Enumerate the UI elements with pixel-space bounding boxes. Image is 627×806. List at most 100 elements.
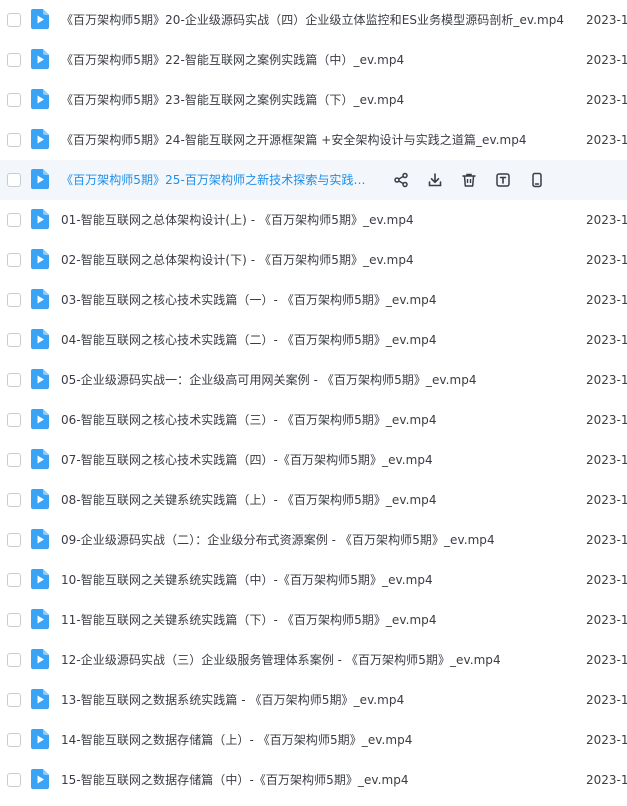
file-name[interactable]: 14-智能互联网之数据存储篇（上）- 《百万架构师5期》_ev.mp4 — [61, 731, 412, 749]
file-date: 2023-1 — [586, 693, 627, 707]
row-checkbox[interactable] — [7, 93, 21, 107]
file-name[interactable]: 07-智能互联网之核心技术实践篇（四）-《百万架构师5期》_ev.mp4 — [61, 451, 433, 469]
file-date: 2023-1 — [586, 293, 627, 307]
video-file-icon — [31, 489, 49, 509]
row-actions — [392, 171, 562, 189]
file-date: 2023-1 — [586, 533, 627, 547]
video-file-icon — [31, 289, 49, 309]
file-row[interactable]: 08-智能互联网之关键系统实践篇（上）- 《百万架构师5期》_ev.mp4 202… — [0, 480, 627, 520]
row-checkbox[interactable] — [7, 733, 21, 747]
row-checkbox[interactable] — [7, 213, 21, 227]
file-date: 2023-1 — [586, 253, 627, 267]
file-row[interactable]: 《百万架构师5期》25-百万架构师之新技术探索与实践篇... — [0, 160, 627, 200]
video-file-icon — [31, 129, 49, 149]
row-checkbox[interactable] — [7, 373, 21, 387]
file-name[interactable]: 03-智能互联网之核心技术实践篇（一）- 《百万架构师5期》_ev.mp4 — [61, 291, 437, 309]
video-file-icon — [31, 569, 49, 589]
row-checkbox[interactable] — [7, 573, 21, 587]
video-file-icon — [31, 209, 49, 229]
video-file-icon — [31, 169, 49, 189]
row-checkbox[interactable] — [7, 173, 21, 187]
download-icon[interactable] — [426, 171, 444, 189]
video-file-icon — [31, 609, 49, 629]
file-row[interactable]: 06-智能互联网之核心技术实践篇（三）- 《百万架构师5期》_ev.mp4 202… — [0, 400, 627, 440]
file-date: 2023-1 — [586, 573, 627, 587]
file-name[interactable]: 《百万架构师5期》23-智能互联网之案例实践篇（下）_ev.mp4 — [61, 91, 404, 109]
video-file-icon — [31, 89, 49, 109]
row-checkbox[interactable] — [7, 773, 21, 787]
file-row[interactable]: 《百万架构师5期》20-企业级源码实战（四）企业级立体监控和ES业务模型源码剖析… — [0, 0, 627, 40]
row-checkbox[interactable] — [7, 413, 21, 427]
file-row[interactable]: 01-智能互联网之总体架构设计(上) - 《百万架构师5期》_ev.mp4 202… — [0, 200, 627, 240]
row-checkbox[interactable] — [7, 653, 21, 667]
file-row[interactable]: 02-智能互联网之总体架构设计(下) - 《百万架构师5期》_ev.mp4 202… — [0, 240, 627, 280]
row-checkbox[interactable] — [7, 293, 21, 307]
file-name[interactable]: 13-智能互联网之数据系统实践篇 - 《百万架构师5期》_ev.mp4 — [61, 691, 404, 709]
file-date: 2023-1 — [586, 133, 627, 147]
row-checkbox[interactable] — [7, 253, 21, 267]
file-date: 2023-1 — [586, 13, 627, 27]
file-row[interactable]: 12-企业级源码实战（三）企业级服务管理体系案例 - 《百万架构师5期》_ev.… — [0, 640, 627, 680]
video-file-icon — [31, 649, 49, 669]
row-checkbox[interactable] — [7, 53, 21, 67]
video-file-icon — [31, 769, 49, 789]
row-checkbox[interactable] — [7, 613, 21, 627]
file-name[interactable]: 《百万架构师5期》22-智能互联网之案例实践篇（中）_ev.mp4 — [61, 51, 404, 69]
row-checkbox[interactable] — [7, 13, 21, 27]
file-name[interactable]: 06-智能互联网之核心技术实践篇（三）- 《百万架构师5期》_ev.mp4 — [61, 411, 437, 429]
file-date: 2023-1 — [586, 333, 627, 347]
file-row[interactable]: 《百万架构师5期》23-智能互联网之案例实践篇（下）_ev.mp4 2023-1 — [0, 80, 627, 120]
video-file-icon — [31, 729, 49, 749]
video-file-icon — [31, 249, 49, 269]
file-row[interactable]: 07-智能互联网之核心技术实践篇（四）-《百万架构师5期》_ev.mp4 2023… — [0, 440, 627, 480]
file-row[interactable]: 13-智能互联网之数据系统实践篇 - 《百万架构师5期》_ev.mp4 2023-… — [0, 680, 627, 720]
file-row[interactable]: 05-企业级源码实战一：企业级高可用网关案例 - 《百万架构师5期》_ev.mp… — [0, 360, 627, 400]
file-name[interactable]: 12-企业级源码实战（三）企业级服务管理体系案例 - 《百万架构师5期》_ev.… — [61, 651, 501, 669]
file-list: 《百万架构师5期》20-企业级源码实战（四）企业级立体监控和ES业务模型源码剖析… — [0, 0, 627, 800]
video-file-icon — [31, 449, 49, 469]
video-file-icon — [31, 49, 49, 69]
row-checkbox[interactable] — [7, 453, 21, 467]
file-date: 2023-1 — [586, 773, 627, 787]
video-file-icon — [31, 329, 49, 349]
file-row[interactable]: 03-智能互联网之核心技术实践篇（一）- 《百万架构师5期》_ev.mp4 202… — [0, 280, 627, 320]
mobile-icon[interactable] — [528, 171, 546, 189]
file-row[interactable]: 《百万架构师5期》22-智能互联网之案例实践篇（中）_ev.mp4 2023-1 — [0, 40, 627, 80]
file-date: 2023-1 — [586, 613, 627, 627]
file-date: 2023-1 — [586, 413, 627, 427]
delete-icon[interactable] — [460, 171, 478, 189]
file-name[interactable]: 01-智能互联网之总体架构设计(上) - 《百万架构师5期》_ev.mp4 — [61, 211, 414, 229]
file-name[interactable]: 10-智能互联网之关键系统实践篇（中）-《百万架构师5期》_ev.mp4 — [61, 571, 433, 589]
row-checkbox[interactable] — [7, 133, 21, 147]
share-icon[interactable] — [392, 171, 410, 189]
row-checkbox[interactable] — [7, 693, 21, 707]
file-name[interactable]: 《百万架构师5期》25-百万架构师之新技术探索与实践篇... — [61, 171, 376, 189]
file-row[interactable]: 11-智能互联网之关键系统实践篇（下）- 《百万架构师5期》_ev.mp4 202… — [0, 600, 627, 640]
file-row[interactable]: 15-智能互联网之数据存储篇（中）-《百万架构师5期》_ev.mp4 2023-1 — [0, 760, 627, 800]
row-checkbox[interactable] — [7, 333, 21, 347]
file-name[interactable]: 《百万架构师5期》20-企业级源码实战（四）企业级立体监控和ES业务模型源码剖析… — [61, 11, 564, 29]
file-row[interactable]: 14-智能互联网之数据存储篇（上）- 《百万架构师5期》_ev.mp4 2023-… — [0, 720, 627, 760]
file-name[interactable]: 04-智能互联网之核心技术实践篇（二）- 《百万架构师5期》_ev.mp4 — [61, 331, 437, 349]
file-date: 2023-1 — [586, 453, 627, 467]
file-date: 2023-1 — [586, 493, 627, 507]
file-date: 2023-1 — [586, 653, 627, 667]
video-file-icon — [31, 529, 49, 549]
video-file-icon — [31, 409, 49, 429]
file-name[interactable]: 05-企业级源码实战一：企业级高可用网关案例 - 《百万架构师5期》_ev.mp… — [61, 371, 477, 389]
file-row[interactable]: 《百万架构师5期》24-智能互联网之开源框架篇 +安全架构设计与实践之道篇_ev… — [0, 120, 627, 160]
file-row[interactable]: 10-智能互联网之关键系统实践篇（中）-《百万架构师5期》_ev.mp4 2023… — [0, 560, 627, 600]
file-name[interactable]: 15-智能互联网之数据存储篇（中）-《百万架构师5期》_ev.mp4 — [61, 771, 409, 789]
file-date: 2023-1 — [586, 53, 627, 67]
file-row[interactable]: 04-智能互联网之核心技术实践篇（二）- 《百万架构师5期》_ev.mp4 202… — [0, 320, 627, 360]
file-name[interactable]: 08-智能互联网之关键系统实践篇（上）- 《百万架构师5期》_ev.mp4 — [61, 491, 437, 509]
file-name[interactable]: 《百万架构师5期》24-智能互联网之开源框架篇 +安全架构设计与实践之道篇_ev… — [61, 131, 527, 149]
text-recognize-icon[interactable] — [494, 171, 512, 189]
file-name[interactable]: 09-企业级源码实战（二）：企业级分布式资源案例 - 《百万架构师5期》_ev.… — [61, 531, 495, 549]
row-checkbox[interactable] — [7, 493, 21, 507]
file-name[interactable]: 11-智能互联网之关键系统实践篇（下）- 《百万架构师5期》_ev.mp4 — [61, 611, 437, 629]
row-checkbox[interactable] — [7, 533, 21, 547]
file-name[interactable]: 02-智能互联网之总体架构设计(下) - 《百万架构师5期》_ev.mp4 — [61, 251, 414, 269]
video-file-icon — [31, 689, 49, 709]
file-row[interactable]: 09-企业级源码实战（二）：企业级分布式资源案例 - 《百万架构师5期》_ev.… — [0, 520, 627, 560]
